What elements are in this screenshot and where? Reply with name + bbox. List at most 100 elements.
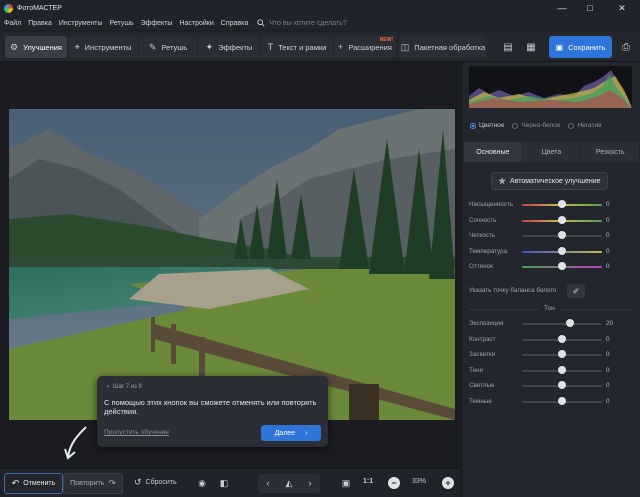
zoom-in-icon[interactable]: + bbox=[442, 477, 454, 489]
tab-label: Эффекты bbox=[218, 42, 253, 52]
ratio-button[interactable]: 1:1 bbox=[363, 478, 373, 485]
slider-handle[interactable] bbox=[558, 381, 566, 389]
bottom-bar: ↶ Отменить Повторить ↷ ↺ Сбросить ◉ ◧ ‹ ◭ ›… bbox=[0, 468, 460, 497]
slider-row: Оттенок 0 bbox=[469, 261, 639, 273]
slider-row: Температура 0 bbox=[469, 246, 639, 258]
slider-handle[interactable] bbox=[558, 365, 566, 374]
main-toolbar: ⚙ Улучшения ⌖ Инструменты ✎ Ретушь ✦ Эффекты… bbox=[0, 32, 640, 62]
slider-handle[interactable] bbox=[558, 350, 566, 358]
auto-enhance-button[interactable]: ✯ Автоматическое улучшение bbox=[491, 172, 608, 190]
slider-track[interactable] bbox=[522, 323, 602, 325]
skip-tutorial-link[interactable]: Пропустить обучение bbox=[104, 429, 169, 436]
tab-label: Ретушь bbox=[161, 42, 188, 52]
slider-row: Насыщенность 0 bbox=[469, 199, 639, 211]
menu-edit[interactable]: Правка bbox=[28, 20, 52, 27]
slider-handle[interactable] bbox=[558, 396, 566, 405]
tab-extensions[interactable]: + Расширения NEW! bbox=[334, 36, 396, 58]
slider-value: 0 bbox=[606, 397, 610, 405]
slider-handle[interactable] bbox=[558, 231, 566, 239]
step-indicator: ‹ Шаг 7 из 8 bbox=[107, 384, 142, 390]
slider-value: 0 bbox=[606, 216, 610, 224]
save-label: Сохранить bbox=[568, 42, 606, 52]
divider bbox=[469, 309, 539, 310]
maximize-icon[interactable]: □ bbox=[576, 0, 604, 16]
minimize-icon[interactable]: — bbox=[548, 0, 576, 16]
tab-batch[interactable]: ◫ Пакетная обработка bbox=[399, 36, 487, 58]
slider-value: 0 bbox=[606, 263, 610, 270]
zoom-out-icon[interactable]: − bbox=[388, 477, 400, 489]
tab-text-frames[interactable]: T Текст и рамки bbox=[261, 36, 333, 58]
fit-screen-icon[interactable]: ▣ bbox=[338, 475, 354, 491]
undo-icon: ↶ bbox=[11, 478, 20, 488]
slider-handle[interactable] bbox=[558, 215, 566, 224]
menu-help[interactable]: Справка bbox=[221, 20, 248, 27]
new-badge: NEW! bbox=[379, 37, 393, 43]
menu-file[interactable]: Файл bbox=[4, 20, 21, 27]
tab-enhance[interactable]: ⚙ Улучшения bbox=[5, 36, 67, 58]
chevron-left-icon[interactable]: ‹ bbox=[260, 475, 276, 491]
slider-value: 0 bbox=[606, 247, 610, 255]
tab-label: Расширения bbox=[348, 42, 392, 52]
search-input[interactable]: Что вы хотите сделать? bbox=[269, 20, 346, 27]
close-icon[interactable]: ✕ bbox=[604, 0, 640, 16]
slider-value: 0 bbox=[606, 351, 610, 358]
slider-label: Экспозиция bbox=[469, 320, 504, 327]
presets-icon[interactable]: ▦ bbox=[521, 37, 541, 57]
undo-button[interactable]: ↶ Отменить bbox=[4, 473, 63, 494]
eyedropper-icon[interactable]: ✐ bbox=[567, 284, 585, 298]
slider-handle[interactable] bbox=[566, 319, 574, 327]
histogram bbox=[469, 66, 632, 108]
tab-effects[interactable]: ✦ Эффекты bbox=[198, 36, 260, 58]
slider-row: Темные 0 bbox=[469, 396, 639, 408]
redo-button[interactable]: Повторить ↷ bbox=[63, 473, 123, 494]
next-button[interactable]: Далее › bbox=[261, 425, 321, 441]
title-bar: ФотоМАСТЕР — □ ✕ bbox=[0, 0, 640, 16]
slider-handle[interactable] bbox=[558, 334, 566, 343]
menu-bar: Файл Правка Инструменты Ретушь Эффекты Н… bbox=[0, 16, 640, 30]
menu-retouch[interactable]: Ретушь bbox=[110, 20, 134, 27]
save-icon: ▣ bbox=[555, 42, 564, 52]
radio-label: Негатив bbox=[577, 122, 602, 129]
radio-label: Цветное bbox=[479, 122, 505, 129]
save-button[interactable]: ▣ Сохранить bbox=[549, 36, 612, 58]
slider-label: Светлые bbox=[469, 382, 495, 389]
slider-value: 0 bbox=[606, 335, 610, 343]
slider-row: Экспозиция 20 bbox=[469, 318, 639, 330]
slider-label: Оттенок bbox=[469, 263, 493, 270]
menu-effects[interactable]: Эффекты bbox=[141, 20, 173, 27]
white-balance-row: Указать точку баланса белого ✐ bbox=[469, 284, 639, 298]
step-back-icon[interactable]: ‹ bbox=[107, 384, 109, 390]
mode-negative-radio[interactable]: Негатив bbox=[568, 122, 602, 129]
text-icon: T bbox=[267, 42, 274, 52]
eye-icon[interactable]: ◉ bbox=[194, 475, 210, 491]
folder-icon[interactable]: ◭ bbox=[281, 475, 297, 491]
menu-tools[interactable]: Инструменты bbox=[59, 20, 103, 27]
menu-settings[interactable]: Настройки bbox=[179, 20, 213, 27]
search-box[interactable]: Что вы хотите сделать? bbox=[257, 19, 347, 27]
tab-sharpness[interactable]: Резкость bbox=[581, 142, 640, 162]
photo[interactable] bbox=[9, 109, 455, 420]
tab-basic[interactable]: Основные bbox=[464, 142, 523, 162]
step-sep: из bbox=[130, 384, 137, 390]
redo-label: Повторить bbox=[70, 480, 105, 487]
mode-bw-radio[interactable]: Черно-белое bbox=[512, 122, 560, 129]
wand-icon: ✦ bbox=[205, 41, 214, 52]
slider-handle[interactable] bbox=[558, 246, 566, 255]
mode-color-radio[interactable]: Цветное bbox=[470, 122, 504, 129]
tab-tools[interactable]: ⌖ Инструменты bbox=[68, 36, 138, 58]
tab-retouch[interactable]: ✎ Ретушь bbox=[139, 36, 197, 58]
slider-label: Сочность bbox=[469, 216, 497, 224]
radio-label: Черно-белое bbox=[521, 122, 561, 129]
print-icon[interactable]: ⎙ bbox=[616, 37, 636, 57]
radio-dot bbox=[568, 122, 575, 129]
reset-button[interactable]: ↺ Сбросить bbox=[134, 477, 177, 488]
enhance-icon: ⚙ bbox=[10, 41, 19, 52]
tab-colors[interactable]: Цвета bbox=[522, 142, 582, 162]
compare-icon[interactable]: ◧ bbox=[216, 475, 232, 491]
slider-value: 0 bbox=[606, 201, 610, 208]
compare-settings-icon[interactable]: ▤ bbox=[498, 37, 518, 57]
chevron-right-icon[interactable]: › bbox=[302, 475, 318, 491]
slider-handle[interactable] bbox=[558, 262, 566, 270]
next-label: Далее bbox=[274, 429, 296, 437]
slider-handle[interactable] bbox=[558, 200, 566, 208]
